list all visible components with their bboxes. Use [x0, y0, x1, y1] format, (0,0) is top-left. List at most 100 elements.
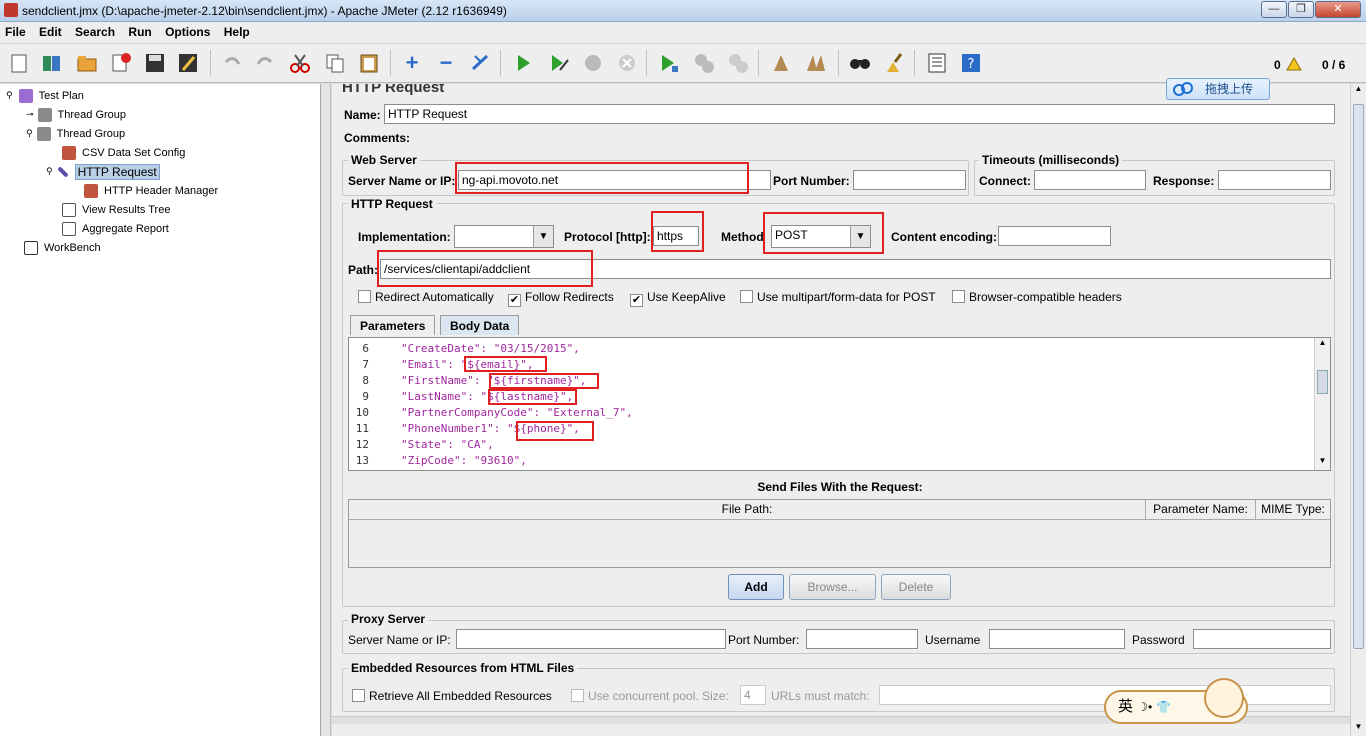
paste-icon[interactable] [355, 49, 383, 77]
col-file-path[interactable]: File Path: [349, 500, 1146, 520]
checkbox-box [740, 290, 753, 303]
add-button[interactable]: Add [728, 574, 784, 600]
listener-icon [62, 221, 76, 236]
maximize-button[interactable]: ❐ [1288, 1, 1314, 18]
tree-node-aggregate-report[interactable]: Aggregate Report [62, 219, 169, 238]
scroll-down-icon[interactable]: ▼ [1315, 456, 1330, 470]
upload-widget[interactable]: 拖拽上传 [1166, 78, 1270, 100]
tree-node-csv-data-set-config[interactable]: CSV Data Set Config [62, 143, 185, 162]
highlight-lastname [488, 389, 577, 405]
menu-help[interactable]: Help [219, 22, 255, 39]
browser-headers-checkbox[interactable]: Browser-compatible headers [952, 290, 1122, 304]
implementation-select[interactable]: ▼ [454, 225, 554, 248]
redo-icon[interactable] [251, 49, 279, 77]
stop-icon[interactable] [579, 49, 607, 77]
browse-button[interactable]: Browse... [789, 574, 876, 600]
start-no-pause-icon[interactable] [545, 49, 573, 77]
clear-all-icon[interactable] [802, 49, 830, 77]
scroll-down-icon[interactable]: ▼ [1351, 722, 1366, 736]
menu-edit[interactable]: Edit [34, 22, 67, 39]
connect-timeout-field[interactable] [1034, 170, 1146, 190]
panel-splitter[interactable] [322, 84, 331, 736]
scroll-thumb[interactable] [1317, 370, 1328, 394]
use-keepalive-checkbox[interactable]: ✔ Use KeepAlive [630, 290, 726, 307]
undo-icon[interactable] [218, 49, 246, 77]
retrieve-embedded-checkbox[interactable]: Retrieve All Embedded Resources [352, 689, 552, 703]
proxy-server-field[interactable] [456, 629, 726, 649]
editor-scrollbar[interactable]: ▲ ▼ [1314, 338, 1330, 470]
proxy-password-field[interactable] [1193, 629, 1331, 649]
tree-node-http-request[interactable]: ⚲ HTTP Request [46, 162, 160, 181]
new-icon[interactable] [5, 49, 33, 77]
proxy-port-field[interactable] [806, 629, 918, 649]
highlight-phone [516, 421, 594, 441]
redirect-auto-checkbox[interactable]: Redirect Automatically [358, 290, 494, 304]
remote-start-icon[interactable] [655, 49, 683, 77]
col-parameter-name[interactable]: Parameter Name: [1146, 500, 1256, 520]
content-encoding-field[interactable] [998, 226, 1111, 246]
ime-shirt-icon[interactable]: 👕 [1156, 700, 1171, 714]
menu-run[interactable]: Run [123, 22, 156, 39]
function-helper-icon[interactable] [923, 49, 951, 77]
tree-node-test-plan[interactable]: ⚲ Test Plan [6, 86, 84, 105]
scroll-thumb[interactable] [1353, 104, 1364, 649]
proxy-server-label: Server Name or IP: [348, 633, 451, 647]
tree-node-view-results-tree[interactable]: View Results Tree [62, 200, 170, 219]
response-timeout-field[interactable] [1218, 170, 1331, 190]
toggle-icon[interactable] [466, 49, 494, 77]
checkbox-box [571, 689, 584, 702]
help-icon[interactable]: ? [957, 49, 985, 77]
save-as-icon[interactable] [174, 49, 202, 77]
remote-exit-icon[interactable] [724, 49, 752, 77]
start-icon[interactable] [509, 49, 537, 77]
concurrent-pool-checkbox[interactable]: Use concurrent pool. Size: [571, 689, 729, 703]
warning-icon[interactable] [1286, 57, 1302, 74]
save-icon[interactable] [141, 49, 169, 77]
scroll-up-icon[interactable]: ▲ [1315, 338, 1330, 352]
tab-body-data[interactable]: Body Data [440, 315, 520, 335]
sampler-icon [56, 165, 69, 178]
copy-icon[interactable] [321, 49, 349, 77]
shutdown-icon[interactable] [613, 49, 641, 77]
ime-moon-icon[interactable]: ☽• [1137, 700, 1152, 714]
name-field[interactable]: HTTP Request [384, 104, 1335, 124]
tree-node-workbench[interactable]: WorkBench [24, 238, 101, 257]
collapse-icon[interactable]: − [432, 49, 460, 77]
menu-options[interactable]: Options [160, 22, 215, 39]
clear-icon[interactable] [767, 49, 795, 77]
reset-search-icon[interactable] [880, 49, 908, 77]
port-number-field[interactable] [853, 170, 966, 190]
menu-search[interactable]: Search [70, 22, 120, 39]
col-mime-type[interactable]: MIME Type: [1256, 500, 1330, 520]
close-window-button[interactable]: ✕ [1315, 1, 1361, 18]
cut-icon[interactable] [286, 49, 314, 77]
warning-count: 0 [1274, 58, 1281, 72]
svg-text:?: ? [968, 57, 975, 72]
tab-parameters[interactable]: Parameters [350, 315, 436, 335]
ime-language[interactable]: 英 [1118, 698, 1133, 715]
tree-node-http-header-manager[interactable]: HTTP Header Manager [84, 181, 218, 200]
http-request-legend: HTTP Request [348, 197, 436, 211]
name-label: Name: [344, 108, 381, 122]
minimize-button[interactable]: — [1261, 1, 1287, 18]
tree-node-thread-group-2[interactable]: ⚲ Thread Group [26, 124, 125, 143]
scroll-up-icon[interactable]: ▲ [1351, 84, 1366, 98]
close-icon[interactable] [107, 49, 135, 77]
open-icon[interactable] [73, 49, 101, 77]
delete-button[interactable]: Delete [881, 574, 951, 600]
remote-stop-icon[interactable] [690, 49, 718, 77]
menu-file[interactable]: File [0, 22, 31, 39]
proxy-username-field[interactable] [989, 629, 1125, 649]
ime-toolbar[interactable]: 英 ☽• 👕 [1104, 678, 1248, 724]
expand-icon[interactable]: + [398, 49, 426, 77]
multipart-checkbox[interactable]: Use multipart/form-data for POST [740, 290, 936, 304]
pool-size-field[interactable]: 4 [740, 685, 766, 705]
templates-icon[interactable] [38, 49, 66, 77]
follow-redirects-checkbox[interactable]: ✔ Follow Redirects [508, 290, 614, 307]
main-scrollbar[interactable]: ▲ ▼ [1350, 84, 1366, 736]
proxy-username-label: Username [925, 633, 981, 647]
embedded-resources-legend: Embedded Resources from HTML Files [348, 661, 578, 675]
search-icon[interactable] [846, 49, 874, 77]
workbench-icon [24, 240, 38, 255]
tree-node-thread-group-1[interactable]: ⊸ Thread Group [26, 105, 126, 124]
